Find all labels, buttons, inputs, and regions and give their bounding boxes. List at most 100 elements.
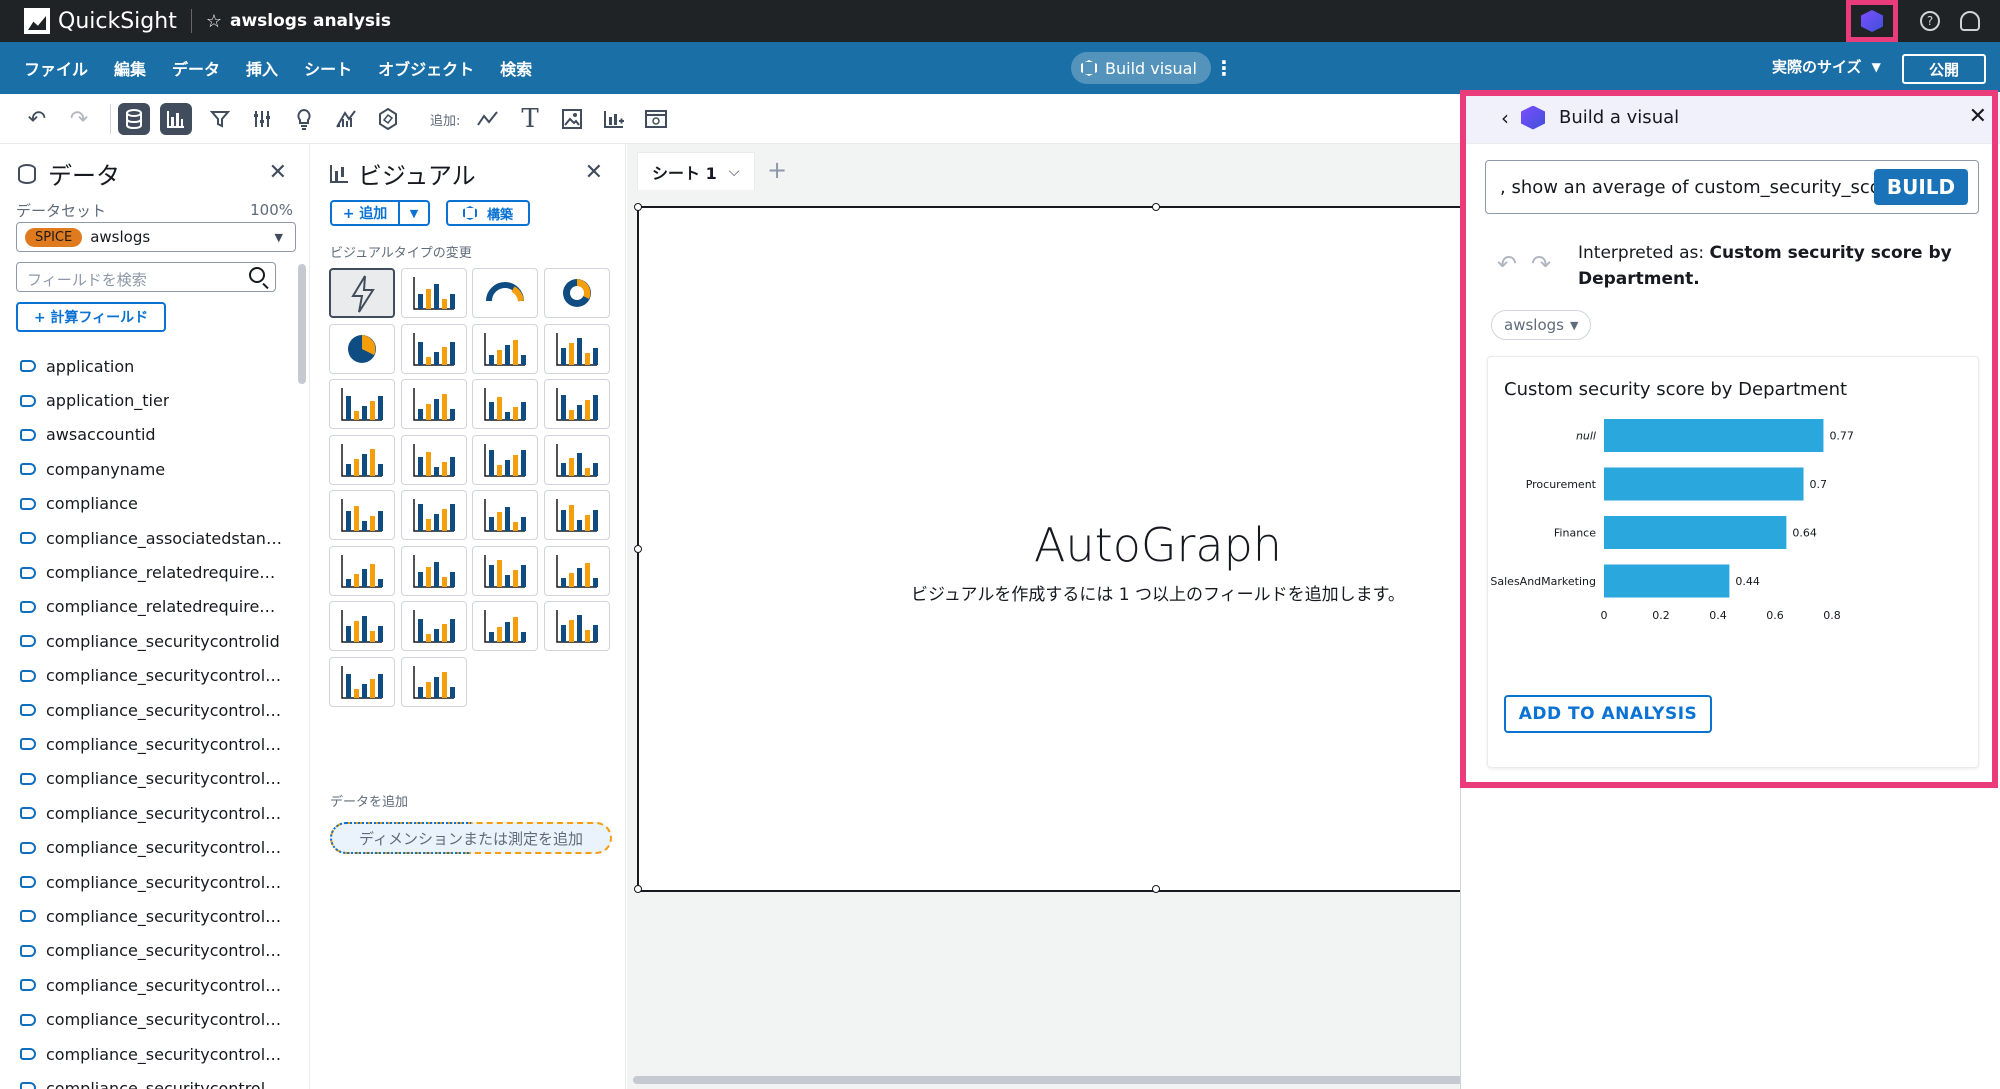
field-item[interactable]: compliance_relatedrequireme...: [20, 590, 290, 624]
menu-edit[interactable]: 編集: [114, 56, 146, 80]
help-icon[interactable]: ?: [1920, 11, 1940, 31]
visual-type-combo-stacked-icon[interactable]: [329, 490, 395, 540]
visual-type-point-map-icon[interactable]: [543, 601, 610, 651]
visual-type-area-icon[interactable]: [400, 434, 467, 485]
line-add-icon[interactable]: [473, 104, 503, 134]
parameters-icon[interactable]: [247, 104, 277, 134]
forecast-icon[interactable]: [331, 104, 361, 134]
size-select[interactable]: 実際のサイズ ▼: [1772, 56, 1881, 77]
visual-type-box-plot-icon[interactable]: [400, 490, 467, 540]
visual-type-combo-bar-line-icon[interactable]: [543, 434, 610, 485]
field-item[interactable]: compliance_securitycontrolpa...: [20, 727, 290, 761]
field-item[interactable]: compliance_securitycontrolpa...: [20, 968, 290, 1002]
bar[interactable]: [1604, 419, 1824, 452]
q-hex-toolbar-icon[interactable]: [373, 104, 403, 134]
build-visual-button[interactable]: Build visual: [1071, 52, 1211, 84]
data-panel-icon[interactable]: [118, 103, 150, 135]
embed-icon[interactable]: [641, 104, 671, 134]
add-to-analysis-button[interactable]: ADD TO ANALYSIS: [1504, 695, 1712, 733]
field-item[interactable]: compliance_securitycontrolpa...: [20, 659, 290, 693]
visual-type-stacked-area-icon[interactable]: [472, 434, 538, 485]
query-input[interactable]: , show an average of custom_security_sco…: [1485, 160, 1979, 214]
add-sheet-icon[interactable]: +: [767, 156, 787, 184]
field-item[interactable]: compliance_securitycontrolpa...: [20, 693, 290, 727]
visual-type-stacked-horizontal-bar-100-icon[interactable]: [400, 379, 467, 429]
field-item[interactable]: compliance_securitycontrolpa...: [20, 1071, 290, 1089]
field-item[interactable]: awsaccountid: [20, 418, 290, 452]
resize-handle[interactable]: [634, 203, 642, 211]
visual-type-horizontal-bar-icon[interactable]: [400, 323, 467, 374]
data-panel-scrollbar[interactable]: [298, 264, 306, 384]
undo-icon[interactable]: ↶: [1497, 250, 1517, 278]
field-item[interactable]: compliance_securitycontrolpa...: [20, 1002, 290, 1036]
visual-type-scatter-icon[interactable]: [472, 545, 538, 596]
chevron-down-icon[interactable]: ⌵: [729, 164, 740, 180]
field-item[interactable]: compliance_securitycontrolpa...: [20, 762, 290, 796]
dataset-chip[interactable]: awslogs ▼: [1491, 310, 1592, 340]
menu-sheet[interactable]: シート: [304, 56, 352, 80]
bar[interactable]: [1604, 467, 1804, 501]
visual-type-table-icon[interactable]: [543, 490, 610, 540]
visual-type-filled-map-icon[interactable]: [472, 601, 538, 651]
field-search-input[interactable]: フィールドを検索: [16, 262, 276, 292]
menu-file[interactable]: ファイル: [24, 56, 88, 80]
visual-type-gauge-icon[interactable]: [472, 268, 538, 318]
bar[interactable]: [1604, 516, 1787, 549]
analysis-title[interactable]: ☆ awslogs analysis: [206, 11, 391, 32]
redo-icon[interactable]: ↷: [1531, 250, 1551, 278]
menu-search[interactable]: 検索: [500, 56, 532, 80]
close-icon[interactable]: ✕: [1969, 104, 1987, 129]
user-icon[interactable]: [1960, 11, 1980, 31]
dimension-field-well[interactable]: ディメンションまたは測定を追加: [330, 822, 612, 854]
autograph-visual[interactable]: AutoGraph ビジュアルを作成するには 1 つ以上のフィールドを追加します…: [634, 203, 1473, 893]
visual-type-heat-map-icon[interactable]: [329, 545, 395, 596]
field-item[interactable]: compliance_securitycontrolpa...: [20, 934, 290, 968]
star-icon[interactable]: ☆: [206, 11, 222, 32]
visual-type-donut-icon[interactable]: [543, 268, 610, 318]
field-item[interactable]: compliance_securitycontrolpa...: [20, 796, 290, 830]
visual-type-pie-icon[interactable]: [329, 323, 395, 374]
quicksight-logo[interactable]: QuickSight: [24, 8, 177, 34]
undo-icon[interactable]: ↶: [22, 104, 52, 134]
visual-type-tree-map-icon[interactable]: [400, 545, 467, 596]
add-calculated-field-button[interactable]: + 計算フィールド: [16, 302, 166, 332]
visual-type-autograph-icon[interactable]: [329, 268, 395, 318]
more-options-icon[interactable]: ⋮: [1214, 56, 1234, 80]
add-visual-button[interactable]: + 追加 ▼: [330, 200, 430, 226]
field-item[interactable]: compliance: [20, 487, 290, 521]
publish-button[interactable]: 公開: [1902, 54, 1986, 84]
visual-type-geo-map-icon[interactable]: [329, 656, 395, 707]
visual-type-kpi-icon[interactable]: [400, 268, 467, 318]
insights-icon[interactable]: [289, 104, 319, 134]
redo-icon[interactable]: ↷: [64, 104, 94, 134]
field-item[interactable]: application_tier: [20, 383, 290, 417]
resize-handle[interactable]: [1152, 885, 1160, 893]
insight-add-icon[interactable]: [599, 104, 629, 134]
field-item[interactable]: application: [20, 349, 290, 383]
back-icon[interactable]: ‹: [1501, 106, 1509, 130]
field-item[interactable]: compliance_securitycontrolpa...: [20, 899, 290, 933]
resize-handle[interactable]: [1152, 203, 1160, 211]
text-box-icon[interactable]: T: [515, 104, 545, 134]
visual-type-radar-icon[interactable]: [400, 656, 467, 707]
resize-handle[interactable]: [634, 885, 642, 893]
field-item[interactable]: compliance_securitycontrolpa...: [20, 830, 290, 864]
visual-type-stacked-bar-100-icon[interactable]: [472, 379, 538, 429]
build-button[interactable]: BUILD: [1874, 169, 1968, 205]
field-item[interactable]: compliance_relatedrequireme...: [20, 555, 290, 589]
visual-type-funnel-icon[interactable]: [329, 601, 395, 651]
field-item[interactable]: compliance_securitycontrolpa...: [20, 1037, 290, 1071]
visual-type-line-icon[interactable]: [329, 434, 395, 485]
build-button-small[interactable]: 構築: [446, 200, 530, 226]
field-item[interactable]: compliance_securitycontrolid: [20, 624, 290, 658]
visual-type-stacked-bar-icon[interactable]: [329, 379, 395, 429]
visual-type-waterfall-icon[interactable]: [543, 379, 610, 429]
close-visuals-panel-icon[interactable]: ✕: [585, 160, 603, 185]
visual-type-histogram-icon[interactable]: [543, 545, 610, 596]
q-build-button[interactable]: [1846, 0, 1898, 42]
tab-sheet-1[interactable]: シート 1 ⌵: [637, 152, 755, 190]
menu-insert[interactable]: 挿入: [246, 56, 278, 80]
dataset-select[interactable]: SPICE awslogs ▼: [16, 222, 296, 252]
visual-type-sankey-icon[interactable]: [400, 601, 467, 651]
visual-type-pivot-icon[interactable]: [472, 490, 538, 540]
